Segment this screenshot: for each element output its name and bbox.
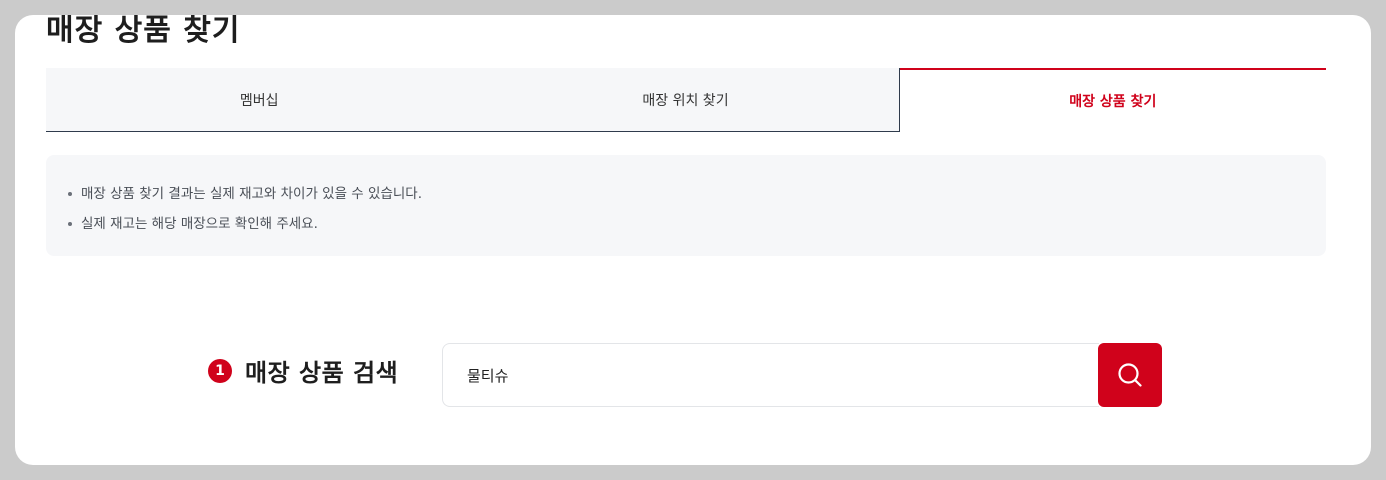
search-button[interactable] xyxy=(1098,343,1162,407)
tab-membership[interactable]: 멤버십 xyxy=(46,68,473,132)
notice-text: 실제 재고는 해당 매장으로 확인해 주세요. xyxy=(81,216,318,232)
notice-item: 매장 상품 찾기 결과는 실제 재고와 차이가 있을 수 있습니다. xyxy=(68,179,1326,209)
tab-label: 매장 상품 찾기 xyxy=(1069,94,1157,110)
tab-store-product[interactable]: 매장 상품 찾기 xyxy=(899,68,1326,132)
step-number-badge: 1 xyxy=(208,358,232,383)
tab-label: 멤버십 xyxy=(239,92,279,109)
search-section-label: 1 매장 상품 검색 xyxy=(208,353,398,388)
search-field xyxy=(442,343,1099,407)
tab-store-location[interactable]: 매장 위치 찾기 xyxy=(472,68,900,132)
store-product-card: 매장 상품 찾기 멤버십 매장 위치 찾기 매장 상품 찾기 매장 상품 찾기 … xyxy=(15,15,1371,465)
search-input[interactable] xyxy=(467,366,1099,384)
notice-text: 매장 상품 찾기 결과는 실제 재고와 차이가 있을 수 있습니다. xyxy=(81,186,422,202)
search-icon xyxy=(1118,363,1142,387)
tab-bar: 멤버십 매장 위치 찾기 매장 상품 찾기 xyxy=(46,68,1326,132)
notice-item: 실제 재고는 해당 매장으로 확인해 주세요. xyxy=(68,209,1326,239)
tab-label: 매장 위치 찾기 xyxy=(642,92,729,109)
search-label: 매장 상품 검색 xyxy=(245,359,399,387)
page-title: 매장 상품 찾기 xyxy=(46,15,241,48)
bullet-icon xyxy=(68,192,72,196)
bullet-icon xyxy=(68,222,72,226)
notice-box: 매장 상품 찾기 결과는 실제 재고와 차이가 있을 수 있습니다. 실제 재고… xyxy=(46,155,1326,256)
